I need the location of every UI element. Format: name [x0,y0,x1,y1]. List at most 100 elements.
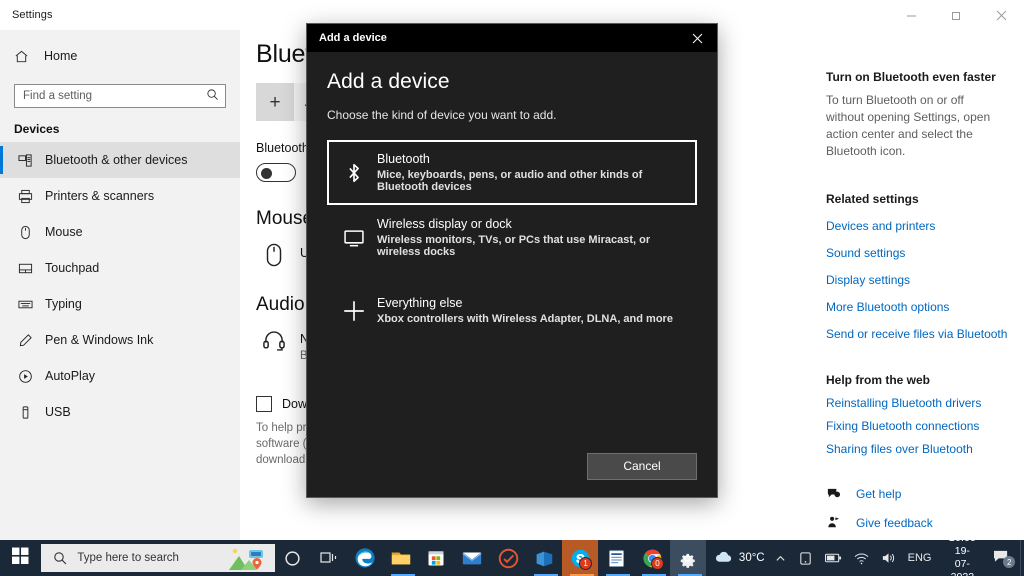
clock[interactable]: 16:09 19-07-2022 [937,532,987,576]
skype-icon[interactable]: 1 [562,540,599,576]
metered-checkbox[interactable] [256,396,272,412]
sidebar-item-touchpad[interactable]: Touchpad [0,250,240,286]
close-button[interactable] [979,0,1024,30]
sidebar-item-mouse[interactable]: Mouse [0,214,240,250]
chevron-up-icon[interactable] [769,540,792,576]
cortana-icon[interactable] [275,540,311,576]
link-sound-settings[interactable]: Sound settings [826,246,1024,260]
notification-count-badge: 2 [1003,556,1016,568]
word-icon[interactable] [598,540,634,576]
pen-icon [14,333,36,348]
link-send-receive-files[interactable]: Send or receive files via Bluetooth [826,327,1024,341]
mail-icon[interactable] [454,540,490,576]
sidebar-item-label: Touchpad [45,261,100,275]
option-bluetooth[interactable]: Bluetooth Mice, keyboards, pens, or audi… [327,140,697,205]
bluetooth-devices-icon [14,153,36,168]
temperature-label: 30°C [738,552,765,564]
related-settings-block: Related settings Devices and printers So… [826,192,1024,341]
sidebar-item-label: Printers & scanners [45,189,155,203]
add-device-dialog: Add a device Add a device Choose the kin… [306,23,718,498]
link-devices-and-printers[interactable]: Devices and printers [826,219,1024,233]
sidebar-search[interactable] [14,84,226,108]
language-indicator[interactable]: ENG [902,540,938,576]
sidebar-item-autoplay[interactable]: AutoPlay [0,358,240,394]
sidebar-item-usb[interactable]: USB [0,394,240,430]
link-sharing-files-over-bluetooth[interactable]: Sharing files over Bluetooth [826,442,1024,456]
weather-widget[interactable]: 30°C [706,540,769,576]
sidebar-item-bluetooth-other-devices[interactable]: Bluetooth & other devices [0,142,240,178]
sidebar-item-printers-scanners[interactable]: Printers & scanners [0,178,240,214]
give-feedback-link[interactable]: Give feedback [826,515,1024,530]
restore-button[interactable] [934,0,979,30]
option-title: Wireless display or dock [377,217,512,231]
system-tray: 30°C ENG 16:09 19-07- 2 [706,532,1024,576]
sidebar-item-label: AutoPlay [45,369,96,383]
give-feedback-label: Give feedback [856,515,933,530]
footer-links: Get help Give feedback [826,486,1024,530]
volume-icon[interactable] [875,540,902,576]
link-fixing-bluetooth-connections[interactable]: Fixing Bluetooth connections [826,419,1024,433]
cancel-button[interactable]: Cancel [587,452,697,480]
sidebar: Home Devices [0,30,240,540]
sidebar-item-label: Mouse [45,225,83,239]
taskbar-search-box[interactable]: Type here to search [41,544,275,572]
plus-icon: + [256,83,294,121]
microsoft-store-icon[interactable] [419,540,455,576]
plus-icon [337,299,371,323]
search-input[interactable] [15,85,190,107]
minimize-button[interactable] [889,0,934,30]
option-everything-else[interactable]: Everything else Xbox controllers with Wi… [327,284,697,337]
wifi-icon[interactable] [848,540,875,576]
battery-icon[interactable] [819,540,848,576]
monitor-icon [337,227,371,249]
clock-date: 19-07-2022 [951,545,974,576]
option-wireless-display-or-dock[interactable]: Wireless display or dock Wireless monito… [327,205,697,270]
dialog-close-button[interactable] [677,24,717,52]
link-display-settings[interactable]: Display settings [826,273,1024,287]
action-center-button[interactable]: 2 [987,540,1020,576]
sidebar-item-label: Bluetooth & other devices [45,153,188,167]
sidebar-item-typing[interactable]: Typing [0,286,240,322]
task-view-icon[interactable] [311,540,347,576]
windows-start-icon [12,547,29,569]
related-settings-title: Related settings [826,192,919,206]
sidebar-item-pen-windows-ink[interactable]: Pen & Windows Ink [0,322,240,358]
feedback-icon [826,515,848,530]
taskbar-search-placeholder: Type here to search [77,552,179,564]
show-desktop-button[interactable] [1020,540,1024,576]
sidebar-item-label: USB [45,405,71,419]
help-from-web-block: Help from the web Reinstalling Bluetooth… [826,373,1024,456]
get-help-link[interactable]: Get help [826,486,1024,501]
link-more-bluetooth-options[interactable]: More Bluetooth options [826,300,1024,314]
link-reinstalling-bluetooth-drivers[interactable]: Reinstalling Bluetooth drivers [826,396,1024,410]
autoplay-icon [14,369,36,384]
onedrive-icon[interactable] [792,540,819,576]
search-highlight-thumbnail [227,544,269,572]
option-text: Wireless display or dock Wireless monito… [377,217,685,258]
option-title: Everything else [377,296,463,310]
start-button[interactable] [0,540,41,576]
taskbar: Type here to search 1 0 30°C ENG 16:09 1… [0,532,1024,576]
keyboard-icon [14,297,36,312]
dialog-titlebar-caption: Add a device [319,32,387,44]
get-help-label: Get help [856,486,902,501]
outlook-icon[interactable] [526,540,562,576]
home-icon [14,49,36,64]
mouse-icon [14,225,36,240]
usb-icon [14,405,36,420]
chrome-icon[interactable]: 0 [634,540,670,576]
option-title: Bluetooth [377,152,430,166]
tip-title: Turn on Bluetooth even faster [826,70,996,84]
option-description: Mice, keyboards, pens, or audio and othe… [377,169,643,193]
dialog-heading: Add a device [327,70,450,93]
settings-icon[interactable] [669,540,706,576]
sidebar-item-label: Typing [45,297,82,311]
dialog-body: Add a device Choose the kind of device y… [307,52,717,435]
option-text: Everything else Xbox controllers with Wi… [377,296,673,325]
edge-icon[interactable] [347,540,383,576]
security-icon[interactable] [490,540,526,576]
sidebar-item-home[interactable]: Home [0,40,240,72]
bluetooth-toggle[interactable] [256,163,296,182]
headset-icon [256,328,292,354]
file-explorer-icon[interactable] [383,540,419,576]
